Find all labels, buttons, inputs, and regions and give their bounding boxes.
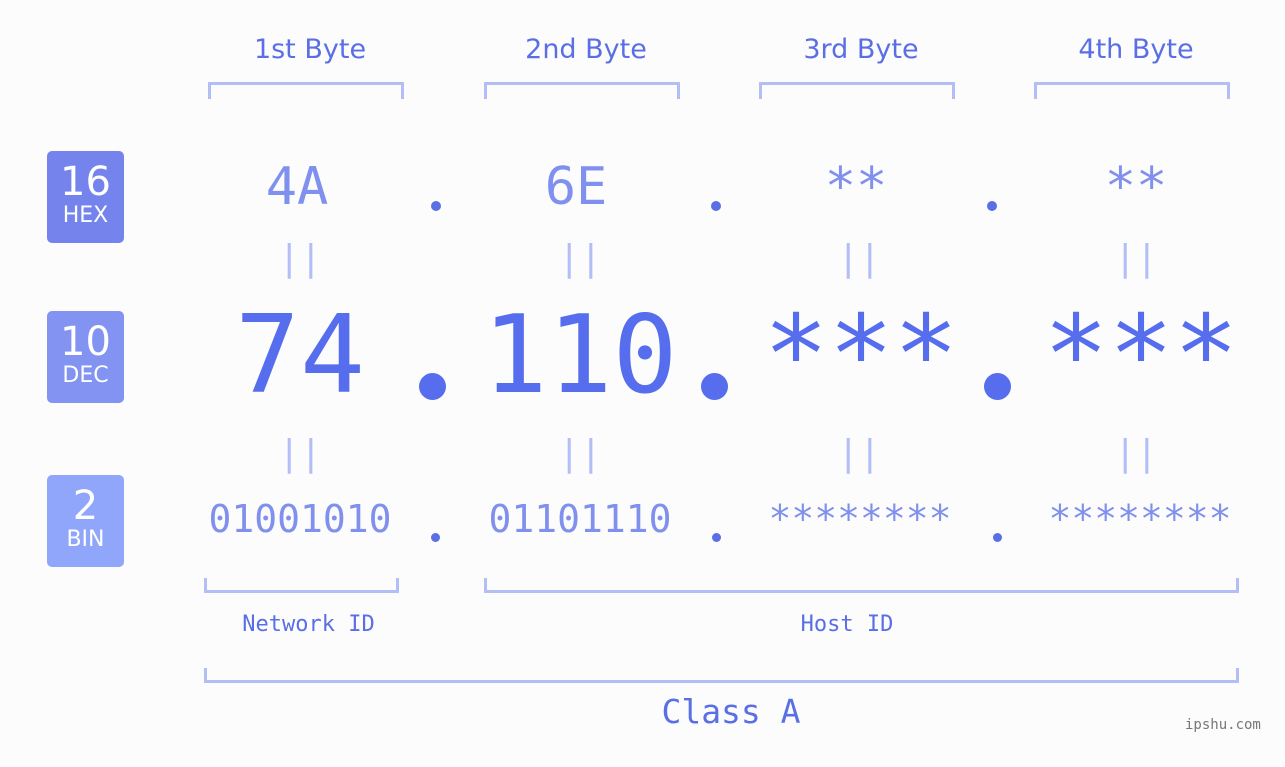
equals-sign: || — [1114, 433, 1158, 474]
dec-byte-2: 110 — [482, 293, 678, 418]
hex-byte-4: ** — [1104, 157, 1168, 217]
bin-byte-4: ******** — [1048, 497, 1232, 541]
equals-sign: || — [1114, 238, 1158, 279]
hex-byte-2: 6E — [544, 157, 608, 217]
host-id-bracket — [484, 578, 1239, 593]
bin-byte-3: ******** — [768, 497, 952, 541]
class-label: Class A — [661, 692, 801, 731]
equals-sign: || — [278, 433, 322, 474]
byte-label-4: 4th Byte — [1078, 34, 1194, 65]
equals-sign: || — [837, 238, 881, 279]
dec-byte-1: 74 — [234, 293, 366, 418]
dec-badge: 10 DEC — [47, 311, 124, 403]
dec-byte-4: *** — [1043, 293, 1239, 418]
bin-byte-2: 01101110 — [488, 497, 672, 541]
byte-label-2: 2nd Byte — [525, 34, 647, 65]
hex-separator-dot — [711, 201, 721, 211]
host-id-label: Host ID — [800, 612, 894, 637]
bin-byte-1: 01001010 — [208, 497, 392, 541]
byte-bracket-4 — [1034, 82, 1230, 99]
byte-bracket-1 — [208, 82, 404, 99]
equals-sign: || — [837, 433, 881, 474]
dec-base-label: DEC — [62, 363, 109, 388]
bin-separator-dot — [993, 533, 1002, 542]
bin-separator-dot — [712, 533, 721, 542]
hex-badge: 16 HEX — [47, 151, 124, 243]
bin-separator-dot — [431, 533, 440, 542]
hex-separator-dot — [987, 201, 997, 211]
hex-byte-3: ** — [824, 157, 888, 217]
hex-separator-dot — [431, 201, 441, 211]
byte-label-3: 3rd Byte — [803, 34, 919, 65]
dec-base-number: 10 — [60, 319, 111, 365]
dec-byte-3: *** — [763, 293, 959, 418]
hex-base-number: 16 — [60, 159, 111, 205]
equals-sign: || — [558, 433, 602, 474]
class-bracket — [204, 668, 1239, 683]
network-id-bracket — [204, 578, 399, 593]
equals-sign: || — [278, 238, 322, 279]
bin-badge: 2 BIN — [47, 475, 124, 567]
bin-base-number: 2 — [72, 483, 99, 529]
dec-separator-dot — [419, 373, 446, 400]
hex-byte-1: 4A — [265, 157, 329, 217]
hex-base-label: HEX — [62, 203, 109, 228]
bin-base-label: BIN — [66, 527, 105, 552]
dec-separator-dot — [701, 373, 728, 400]
byte-bracket-3 — [759, 82, 955, 99]
dec-separator-dot — [984, 373, 1011, 400]
byte-label-1: 1st Byte — [253, 34, 367, 65]
byte-bracket-2 — [484, 82, 680, 99]
equals-sign: || — [558, 238, 602, 279]
network-id-label: Network ID — [242, 612, 375, 637]
watermark: ipshu.com — [1185, 717, 1261, 733]
